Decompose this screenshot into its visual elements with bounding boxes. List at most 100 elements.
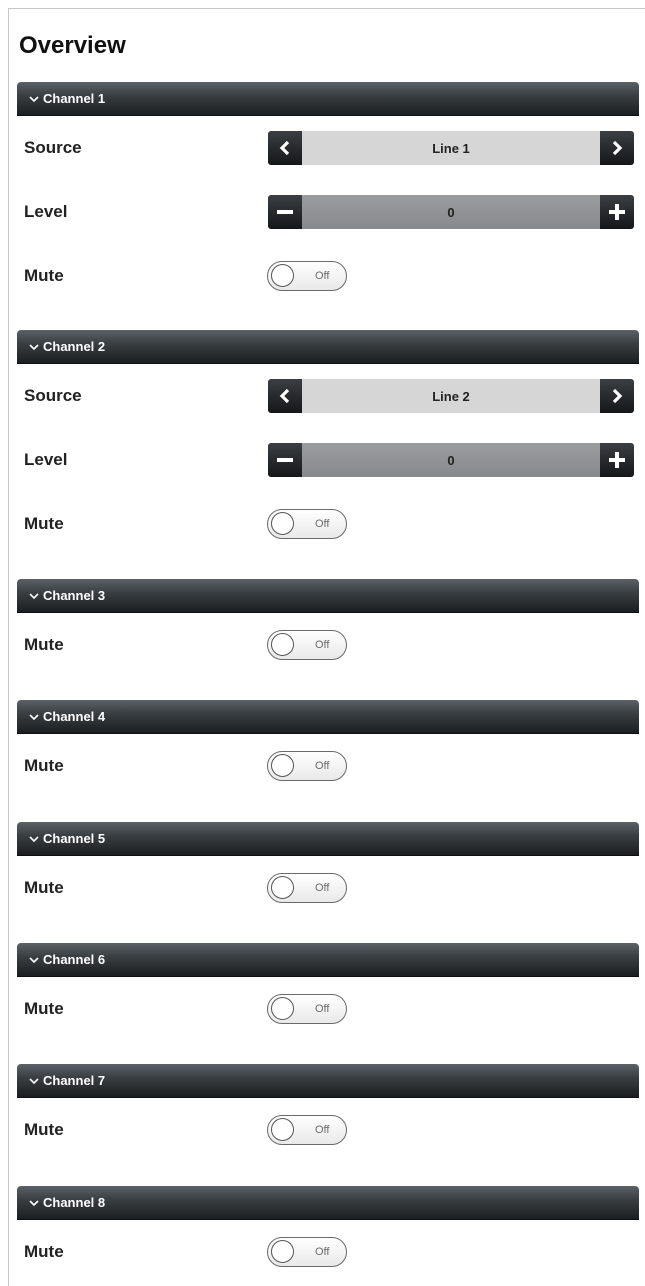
toggle-state: Off [315,1246,330,1258]
source-selector: Line 2 [268,379,634,413]
toggle-knob [271,754,294,777]
chevron-down-icon [29,592,41,600]
toggle-knob [271,1240,294,1263]
toggle-knob [271,997,294,1020]
mute-row: Mute Off [17,856,639,920]
source-label: Source [24,138,82,157]
channel-title: Channel 6 [43,952,106,967]
mute-row: Mute Off [17,1098,639,1162]
toggle-state: Off [315,882,330,894]
chevron-right-icon [612,140,623,156]
level-stepper: 0 [268,195,634,229]
toggle-knob [271,264,294,287]
mute-label: Mute [24,999,64,1018]
minus-icon [277,458,293,462]
level-label: Level [24,450,68,469]
mute-row: Mute Off [17,977,639,1041]
chevron-down-icon [29,1077,41,1085]
source-row: Source Line 1 [17,116,639,180]
toggle-knob [271,512,294,535]
channel-header-5[interactable]: Channel 5 [17,822,639,856]
channel-panel-5: Channel 5 Mute Off [17,822,639,920]
mute-row: Mute Off [17,244,639,308]
channel-title: Channel 3 [43,588,106,603]
level-increase-button[interactable] [600,443,634,477]
chevron-down-icon [29,1199,41,1207]
channel-panel-3: Channel 3 Mute Off [17,579,639,677]
page-title: Overview [19,32,126,59]
channel-header-3[interactable]: Channel 3 [17,579,639,613]
level-label: Level [24,202,68,221]
chevron-left-icon [279,388,290,404]
source-prev-button[interactable] [268,131,302,165]
channel-header-6[interactable]: Channel 6 [17,943,639,977]
channel-header-2[interactable]: Channel 2 [17,330,639,364]
level-row: Level 0 [17,428,639,492]
toggle-state: Off [315,760,330,772]
plus-icon [609,452,625,468]
level-increase-button[interactable] [600,195,634,229]
mute-toggle[interactable]: Off [267,751,347,781]
source-row: Source Line 2 [17,364,639,428]
mute-toggle[interactable]: Off [267,1115,347,1145]
channel-panel-2: Channel 2 Source Line 2 Level 0 Mute Off [17,330,639,556]
mute-label: Mute [24,514,64,533]
toggle-state: Off [315,1124,330,1136]
toggle-knob [271,876,294,899]
mute-label: Mute [24,878,64,897]
mute-row: Mute Off [17,613,639,677]
channel-header-8[interactable]: Channel 8 [17,1186,639,1220]
mute-toggle[interactable]: Off [267,873,347,903]
mute-toggle[interactable]: Off [267,509,347,539]
level-decrease-button[interactable] [268,195,302,229]
channel-title: Channel 4 [43,709,106,724]
chevron-down-icon [29,835,41,843]
mute-label: Mute [24,756,64,775]
mute-toggle[interactable]: Off [267,994,347,1024]
source-value: Line 1 [302,131,600,165]
channel-panel-1: Channel 1 Source Line 1 Level 0 Mute Off [17,82,639,308]
level-row: Level 0 [17,180,639,244]
level-value: 0 [302,443,600,477]
channel-panel-7: Channel 7 Mute Off [17,1064,639,1162]
mute-label: Mute [24,266,64,285]
source-prev-button[interactable] [268,379,302,413]
source-next-button[interactable] [600,131,634,165]
mute-toggle[interactable]: Off [267,630,347,660]
chevron-down-icon [29,343,41,351]
chevron-down-icon [29,95,41,103]
chevron-down-icon [29,713,41,721]
channel-title: Channel 2 [43,339,106,354]
level-value: 0 [302,195,600,229]
source-selector: Line 1 [268,131,634,165]
mute-row: Mute Off [17,734,639,798]
channel-header-4[interactable]: Channel 4 [17,700,639,734]
mute-label: Mute [24,635,64,654]
chevron-right-icon [612,388,623,404]
channel-panel-4: Channel 4 Mute Off [17,700,639,798]
mute-row: Mute Off [17,1220,639,1284]
mute-label: Mute [24,1242,64,1261]
level-decrease-button[interactable] [268,443,302,477]
source-next-button[interactable] [600,379,634,413]
mute-toggle[interactable]: Off [267,261,347,291]
toggle-state: Off [315,1003,330,1015]
mute-label: Mute [24,1120,64,1139]
mute-toggle[interactable]: Off [267,1237,347,1267]
channel-panel-6: Channel 6 Mute Off [17,943,639,1041]
toggle-state: Off [315,270,330,282]
toggle-knob [271,633,294,656]
source-label: Source [24,386,82,405]
channel-header-7[interactable]: Channel 7 [17,1064,639,1098]
minus-icon [277,210,293,214]
channel-title: Channel 7 [43,1073,106,1088]
level-stepper: 0 [268,443,634,477]
toggle-knob [271,1118,294,1141]
channel-header-1[interactable]: Channel 1 [17,82,639,116]
chevron-left-icon [279,140,290,156]
toggle-state: Off [315,639,330,651]
source-value: Line 2 [302,379,600,413]
plus-icon [609,204,625,220]
channel-title: Channel 1 [43,91,106,106]
toggle-state: Off [315,518,330,530]
